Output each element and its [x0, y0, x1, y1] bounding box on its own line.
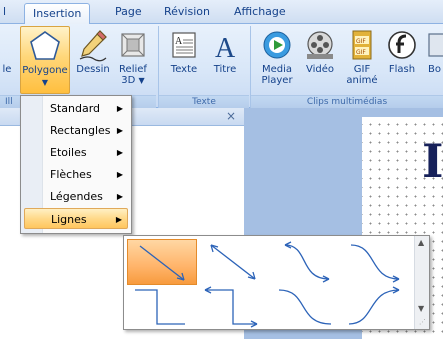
- gallery-item-double-arrow-line[interactable]: [199, 239, 269, 285]
- gif-anime-button[interactable]: GIF GIF GIF animé: [341, 26, 383, 94]
- menu-item-legendes[interactable]: Légendes ▶: [24, 186, 128, 207]
- chevron-down-icon: ▼: [138, 76, 145, 85]
- gallery-item-curved-line[interactable]: [343, 239, 413, 285]
- scroll-down-icon[interactable]: ▼: [418, 304, 424, 313]
- polygone-menu: Standard ▶ Rectangles ▶ Etoiles ▶ Flèches ▶ …: [20, 95, 132, 234]
- video-button[interactable]: Vidéo: [300, 26, 340, 94]
- gif-icon: GIF GIF: [352, 30, 372, 60]
- arrow-right-icon: ▶: [116, 170, 123, 179]
- arrow-right-icon: ▶: [116, 192, 123, 201]
- menu-item-etoiles[interactable]: Etoiles ▶: [24, 142, 128, 163]
- menu-item-lignes[interactable]: Lignes ▶: [24, 208, 128, 229]
- gallery-item-curved-arrow-connector[interactable]: [343, 284, 413, 330]
- partial-icon: [428, 33, 443, 57]
- arrow-right-icon: ▶: [116, 104, 123, 113]
- elbow-arrow-connector-icon: [204, 286, 258, 328]
- flash-button[interactable]: Flash: [384, 26, 420, 94]
- gallery-scrollbar[interactable]: ▲ ▼ ⋰: [414, 236, 429, 329]
- media-player-button[interactable]: Media Player: [254, 26, 300, 94]
- elbow-connector-icon: [135, 289, 185, 325]
- arrow-right-icon: ▶: [116, 126, 123, 135]
- video-reel-icon: [307, 31, 333, 59]
- menu-item-rectangles[interactable]: Rectangles ▶: [24, 120, 128, 141]
- gallery-item-elbow-connector[interactable]: [127, 284, 197, 330]
- arrow-right-icon: ▶: [115, 215, 122, 224]
- scroll-up-icon[interactable]: ▲: [418, 238, 424, 247]
- flash-icon: [388, 31, 416, 59]
- svg-text:A: A: [175, 36, 183, 47]
- pentagon-icon: [30, 31, 60, 60]
- gallery-item-elbow-arrow-connector[interactable]: [199, 284, 269, 330]
- chevron-down-icon: ▼: [41, 78, 49, 87]
- ribbon-tab-bar: l Insertion Page Révision Affichage: [0, 0, 443, 25]
- title-letter-icon: A: [215, 33, 236, 62]
- svg-text:GIF: GIF: [356, 49, 366, 56]
- arrow-right-icon: ▶: [116, 148, 123, 157]
- tab-partial[interactable]: l: [3, 5, 6, 18]
- page-letter: I: [422, 134, 443, 188]
- media-player-icon: [263, 31, 291, 59]
- close-icon[interactable]: ×: [226, 109, 236, 123]
- curved-arrow-connector-icon: [348, 286, 400, 325]
- group-label-clips: Clips multimédias: [251, 95, 443, 108]
- menu-item-fleches[interactable]: Flèches ▶: [24, 164, 128, 185]
- tab-insertion[interactable]: Insertion: [24, 3, 91, 25]
- menu-item-standard[interactable]: Standard ▶: [24, 98, 128, 119]
- gallery-item-curved-arrow-line[interactable]: [271, 239, 341, 285]
- relief-3d-icon: [121, 33, 145, 57]
- pencil-icon: [79, 30, 107, 62]
- svg-text:A: A: [215, 33, 236, 62]
- lines-gallery: ▲ ▼ ⋰: [123, 235, 430, 330]
- svg-text:GIF: GIF: [356, 38, 366, 45]
- gallery-item-curved-connector[interactable]: [271, 284, 341, 330]
- dessin-button[interactable]: Dessin: [72, 26, 114, 94]
- texte-button[interactable]: A Texte: [164, 26, 204, 94]
- relief-3d-button[interactable]: Relief 3D ▼: [114, 26, 152, 94]
- tab-revision[interactable]: Révision: [164, 5, 210, 18]
- straight-arrow-line-icon: [139, 245, 185, 281]
- curved-connector-icon: [278, 289, 332, 325]
- curved-arrow-line-icon: [284, 241, 330, 283]
- tab-page[interactable]: Page: [115, 5, 142, 18]
- tab-affichage[interactable]: Affichage: [234, 5, 286, 18]
- group-label-texte: Texte: [159, 95, 249, 108]
- double-arrow-line-icon: [210, 244, 256, 280]
- resize-grip-icon[interactable]: ⋰: [419, 318, 426, 326]
- gallery-item-straight-arrow-line[interactable]: [127, 239, 197, 285]
- text-box-icon: A: [172, 32, 196, 58]
- ribbon-button-partial-left[interactable]: le: [0, 26, 18, 94]
- polygone-button[interactable]: Polygone ▼: [20, 26, 70, 94]
- curved-line-icon: [350, 244, 400, 283]
- ribbon-button-partial-right[interactable]: Bo: [424, 26, 443, 94]
- titre-button[interactable]: A Titre: [206, 26, 244, 94]
